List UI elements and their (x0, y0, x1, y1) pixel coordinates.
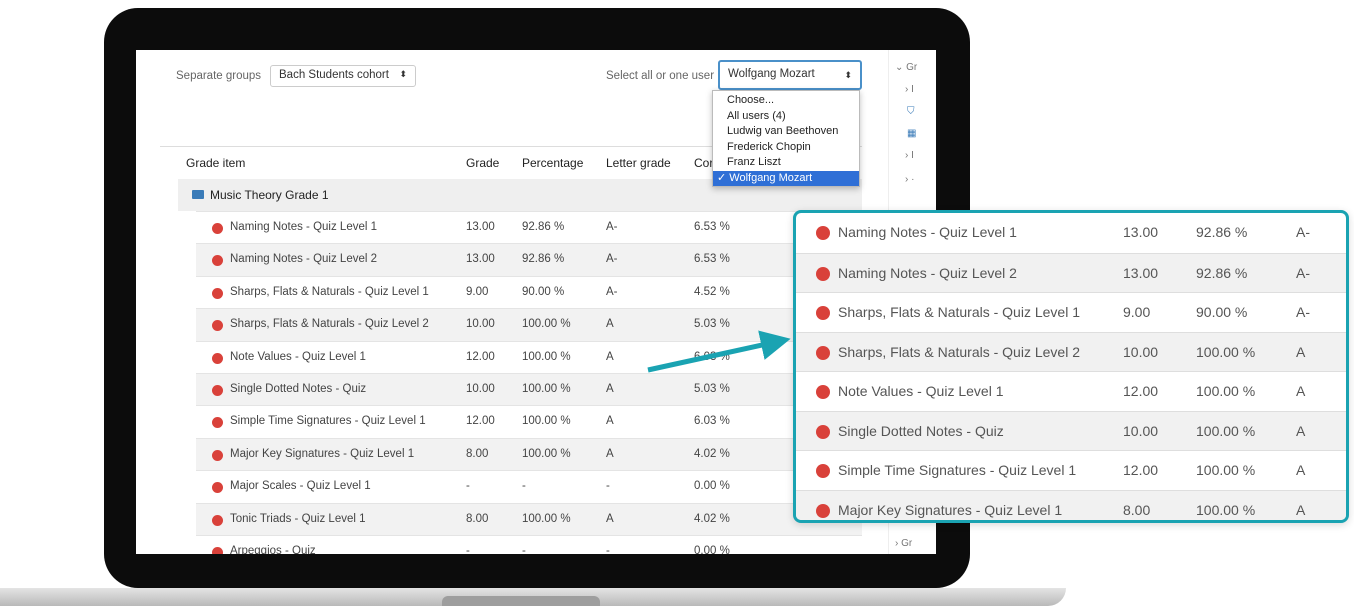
user-select-dropdown[interactable]: Choose... All users (4) Ludwig van Beeth… (712, 90, 860, 187)
user-option[interactable]: Frederick Chopin (713, 140, 859, 156)
user-option-selected[interactable]: ✓ Wolfgang Mozart (713, 170, 859, 186)
user-option[interactable]: All users (4) (713, 109, 859, 125)
arrow-line (647, 330, 791, 373)
user-option[interactable]: Choose... (713, 93, 859, 109)
user-option[interactable]: Ludwig van Beethoven (713, 124, 859, 140)
user-option[interactable]: Franz Liszt (713, 155, 859, 171)
callout-arrow (647, 330, 791, 373)
